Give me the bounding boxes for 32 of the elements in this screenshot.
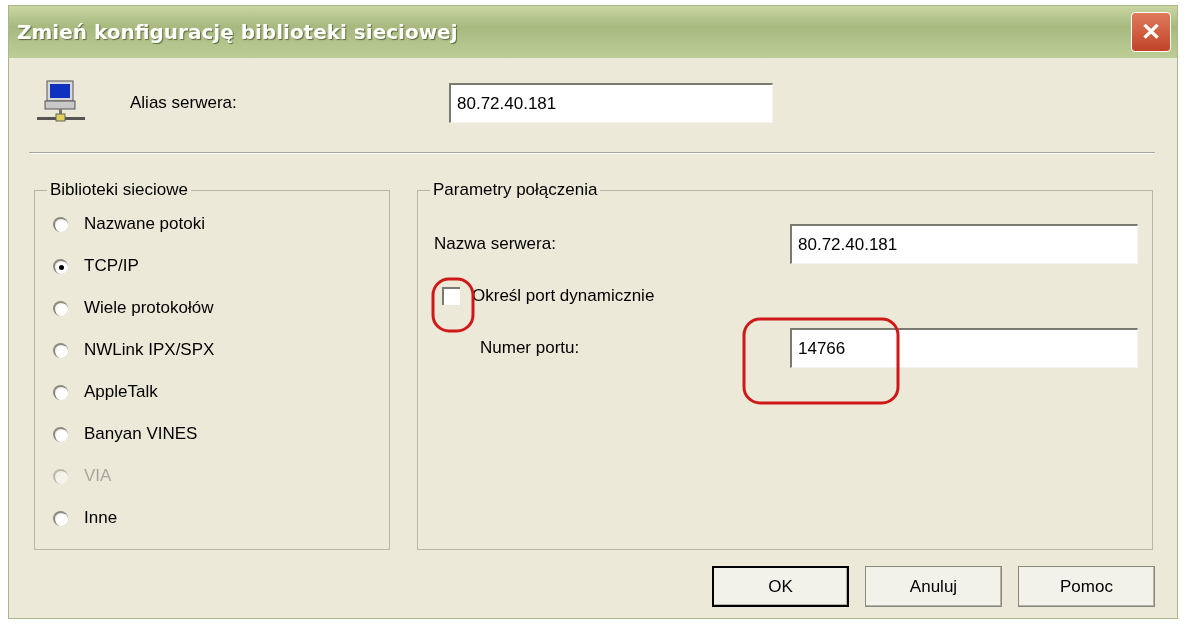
group-title: Biblioteki sieciowe: [49, 180, 189, 200]
alias-label: Alias serwera:: [130, 93, 238, 113]
radio-label: Inne: [84, 508, 118, 528]
alias-input[interactable]: 80.72.40.181: [449, 83, 773, 123]
computer-icon: [37, 80, 85, 122]
radio-label: Banyan VINES: [84, 424, 198, 444]
radio-button[interactable]: [53, 342, 68, 358]
dialog-button[interactable]: Anuluj: [865, 566, 1002, 607]
radio-button[interactable]: [53, 426, 68, 442]
checkbox-label: Określ port dynamicznie: [472, 286, 655, 306]
dialog-button[interactable]: OK: [712, 566, 849, 607]
radio-button[interactable]: [53, 384, 68, 400]
server-name-label: Nazwa serwera:: [434, 234, 556, 254]
radio-label: Wiele protokołów: [84, 298, 214, 318]
radio-button[interactable]: [53, 216, 68, 232]
radio-button[interactable]: [53, 510, 68, 526]
highlight-ring: [431, 277, 475, 333]
dialog-button[interactable]: Pomoc: [1018, 566, 1155, 607]
radio-label: NWLink IPX/SPX: [84, 340, 215, 360]
radio-button[interactable]: [53, 258, 68, 274]
group-title: Parametry połączenia: [432, 180, 599, 200]
window-title: Zmień konfigurację biblioteki sieciowej: [17, 20, 458, 44]
radio-button[interactable]: [53, 300, 68, 316]
radio-label: Nazwane potoki: [84, 214, 205, 234]
close-button[interactable]: ✕: [1131, 12, 1171, 52]
checkbox[interactable]: [442, 287, 460, 305]
radio-label: VIA: [84, 466, 112, 486]
server-name-input[interactable]: 80.72.40.181: [790, 224, 1138, 264]
radio-label: AppleTalk: [84, 382, 158, 402]
port-input[interactable]: 14766: [790, 328, 1138, 368]
port-label: Numer portu:: [480, 338, 580, 358]
radio-label: TCP/IP: [84, 256, 139, 276]
